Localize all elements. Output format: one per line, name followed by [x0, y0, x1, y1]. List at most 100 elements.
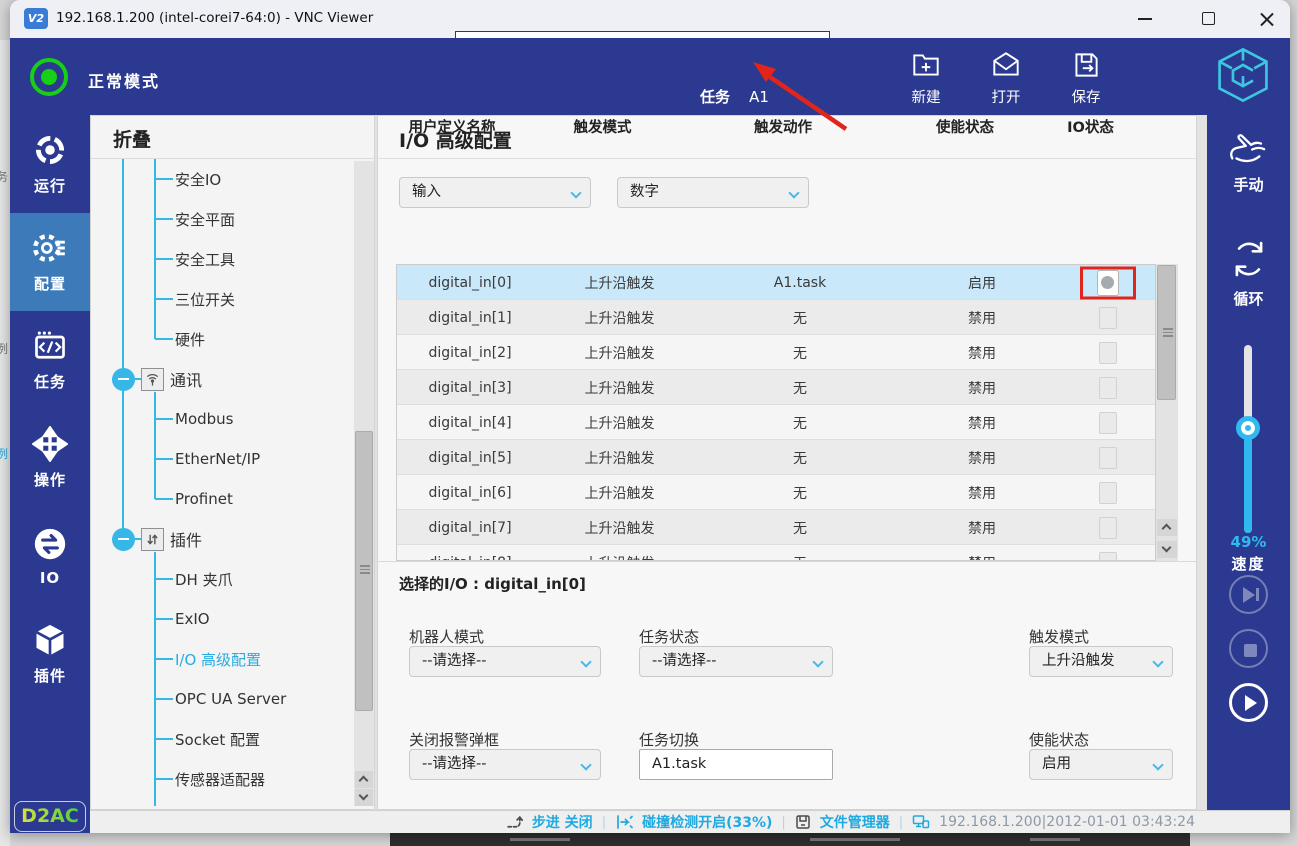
divider [378, 561, 1197, 562]
tree-item-socket-config[interactable]: Socket 配置 [155, 722, 260, 756]
close-alarm-select[interactable]: --请选择-- [409, 749, 601, 780]
background-text-fragment: 例 [0, 340, 8, 357]
col-io-state: IO状态 [1043, 116, 1138, 137]
enable-state-select[interactable]: 启用 [1029, 749, 1173, 780]
tree-item-exio[interactable]: ExIO [155, 602, 210, 636]
speed-label: 速度 [1207, 553, 1290, 574]
table-row-digital-in-4[interactable]: digital_in[4]上升沿触发无禁用 [397, 405, 1155, 440]
task-value: A1 [749, 88, 769, 106]
table-row-digital-in-3[interactable]: digital_in[3]上升沿触发无禁用 [397, 370, 1155, 405]
table-row-digital-in-2[interactable]: digital_in[2]上升沿触发无禁用 [397, 335, 1155, 370]
speed-slider-handle[interactable] [1236, 416, 1260, 440]
table-row-digital-in-1[interactable]: digital_in[1]上升沿触发无禁用 [397, 300, 1155, 335]
config-gear-icon [31, 230, 69, 266]
manual-mode-button[interactable]: 手动 [1207, 131, 1290, 195]
chevron-down-icon [570, 187, 581, 198]
cycle-mode-button[interactable]: 循环 [1207, 237, 1290, 309]
collision-icon [615, 813, 633, 831]
cycle-icon [1227, 237, 1271, 281]
new-button[interactable]: 新建 [891, 46, 961, 110]
chevron-down-icon [812, 656, 823, 667]
sidebar-item-operate[interactable]: 操作 [10, 409, 90, 507]
io-advanced-config-panel: I/O 高级配置 输入 数字 用户定义名称 触发模式 触发动作 使能状态 IO状… [377, 115, 1197, 810]
trigger-mode-select[interactable]: 上升沿触发 [1029, 646, 1173, 677]
tree-collapse-toggle[interactable] [112, 528, 135, 551]
trigger-mode-label: 触发模式 [1029, 626, 1089, 647]
move-arrows-icon [32, 426, 68, 462]
file-manager-link[interactable]: 文件管理器 [820, 812, 890, 832]
io-type-select[interactable]: 数字 [617, 177, 809, 208]
divider [378, 158, 1197, 159]
robot-status-indicator [30, 58, 68, 96]
tree-item-sensor-adapter[interactable]: 传感器适配器 [155, 762, 265, 796]
tree-item-ethernet-ip[interactable]: EtherNet/IP [155, 442, 260, 476]
tree-scrollbar[interactable] [354, 161, 374, 806]
selected-io-label: 选择的I/O : digital_in[0] [399, 573, 586, 594]
tree-node-communication[interactable]: 通讯 [112, 362, 202, 396]
io-direction-select[interactable]: 输入 [399, 177, 591, 208]
tree-scroll-up-button[interactable] [355, 771, 373, 788]
chevron-down-icon [580, 759, 591, 770]
tree-item-hardware[interactable]: 硬件 [155, 322, 205, 356]
status-bar: 步进 关闭 | 碰撞检测开启(33%) | 文件管理器 | 192.168.1.… [90, 810, 1290, 833]
vnc-viewer-window: V2 192.168.1.200 (intel-corei7-64:0) - V… [10, 0, 1290, 833]
network-monitor-icon [912, 814, 930, 830]
tree-item-opc-ua-server[interactable]: OPC UA Server [155, 682, 286, 716]
speed-slider-fill [1244, 428, 1252, 533]
tree-item-modbus[interactable]: Modbus [155, 402, 233, 436]
tree-scrollbar-thumb[interactable] [355, 431, 373, 711]
task-switch-input[interactable]: A1.task [639, 749, 833, 780]
task-state-select[interactable]: --请选择-- [639, 646, 833, 677]
tree-item-profinet[interactable]: Profinet [155, 482, 233, 516]
plugin-cube-icon [32, 622, 68, 658]
io-state-indicator-off [1099, 517, 1117, 539]
tree-item-safety-tool[interactable]: 安全工具 [155, 242, 235, 276]
table-row-digital-in-0[interactable]: digital_in[0] 上升沿触发 A1.task 启用 [397, 265, 1155, 300]
table-row-digital-in-8[interactable]: digital_in[8]上升沿触发无禁用 [397, 545, 1155, 561]
step-status[interactable]: 步进 关闭 [532, 812, 593, 832]
config-tree-panel: 折叠 安全IO 安全平面 安全工具 三位开关 硬件 通讯 Modbus Ethe… [90, 115, 375, 810]
antenna-icon [141, 368, 164, 391]
io-state-indicator-off [1099, 307, 1117, 329]
table-row-digital-in-7[interactable]: digital_in[7]上升沿触发无禁用 [397, 510, 1155, 545]
tree-item-io-advanced-config[interactable]: I/O 高级配置 [155, 642, 261, 676]
collision-status[interactable]: 碰撞检测开启(33%) [642, 812, 772, 832]
sidebar-item-run[interactable]: 运行 [10, 115, 90, 213]
d2ac-badge[interactable]: D2AC [14, 801, 86, 832]
tree-item-dh-gripper[interactable]: DH 夹爪 [155, 562, 233, 596]
table-row-digital-in-5[interactable]: digital_in[5]上升沿触发无禁用 [397, 440, 1155, 475]
background-text-fragment: 务 [0, 168, 8, 185]
table-scrollbar[interactable] [1156, 264, 1178, 561]
save-button[interactable]: 保存 [1051, 46, 1121, 110]
robot-mode-select[interactable]: --请选择-- [409, 646, 601, 677]
step-forward-button[interactable] [1229, 575, 1268, 614]
run-icon [32, 132, 68, 168]
tree-node-plugins[interactable]: 插件 [112, 522, 202, 556]
stop-button[interactable] [1229, 629, 1268, 668]
file-manager-icon [795, 814, 811, 830]
task-label: 任务 [700, 88, 730, 106]
tree-collapse-toggle[interactable] [112, 368, 135, 391]
minimize-button[interactable] [1138, 18, 1152, 20]
close-button[interactable] [1260, 12, 1274, 26]
play-button[interactable] [1229, 683, 1268, 722]
tree-item-safety-io[interactable]: 安全IO [155, 162, 221, 196]
sidebar-item-config[interactable]: 配置 [10, 213, 90, 311]
tree-item-safety-plane[interactable]: 安全平面 [155, 202, 235, 236]
tree-scroll-down-button[interactable] [355, 789, 373, 806]
table-scroll-down-button[interactable] [1157, 541, 1177, 558]
sidebar-item-task[interactable]: 任务 [10, 311, 90, 409]
window-title: 192.168.1.200 (intel-corei7-64:0) - VNC … [56, 10, 373, 26]
sidebar-item-plugin[interactable]: 插件 [10, 605, 90, 703]
page-title: I/O 高级配置 [399, 126, 512, 153]
task-state-label: 任务状态 [639, 626, 699, 647]
open-button[interactable]: 打开 [971, 46, 1041, 110]
table-scrollbar-thumb[interactable] [1157, 265, 1176, 400]
io-state-indicator-off [1099, 342, 1117, 364]
tree-item-three-position-switch[interactable]: 三位开关 [155, 282, 235, 316]
maximize-button[interactable] [1202, 12, 1215, 25]
sidebar-item-io[interactable]: IO [10, 507, 90, 605]
table-scroll-up-button[interactable] [1157, 519, 1177, 536]
table-row-digital-in-6[interactable]: digital_in[6]上升沿触发无禁用 [397, 475, 1155, 510]
tree-collapse-header[interactable]: 折叠 [113, 125, 151, 152]
